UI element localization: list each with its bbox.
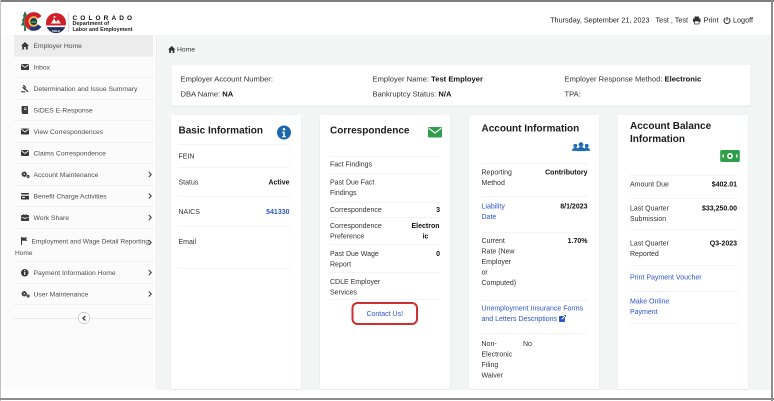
svg-text:CDLE: CDLE xyxy=(52,29,60,33)
